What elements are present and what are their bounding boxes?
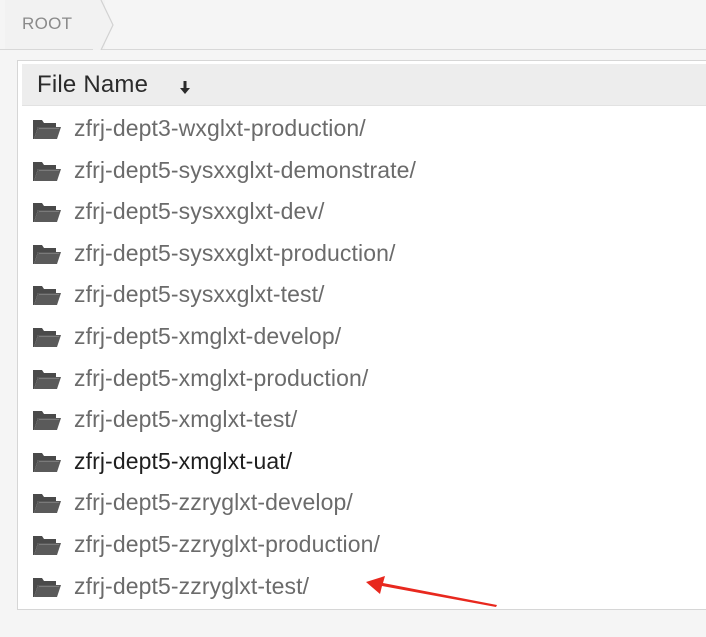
folder-row[interactable]: zfrj-dept5-xmglxt-production/ xyxy=(32,359,692,399)
folder-row[interactable]: zfrj-dept5-sysxxglxt-test/ xyxy=(32,275,692,315)
open-folder-icon xyxy=(33,536,61,555)
folder-row[interactable]: zfrj-dept5-zzryglxt-production/ xyxy=(32,525,692,565)
file-name-column-header[interactable]: File Name xyxy=(22,64,706,106)
folder-name-link[interactable]: zfrj-dept5-xmglxt-production/ xyxy=(74,365,368,392)
open-folder-icon xyxy=(33,286,61,306)
folder-row[interactable]: zfrj-dept5-sysxxglxt-production/ xyxy=(32,234,692,274)
folder-row[interactable]: zfrj-dept5-xmglxt-develop/ xyxy=(32,317,692,357)
breadcrumb-root-label: ROOT xyxy=(22,14,73,33)
folder-name-link[interactable]: zfrj-dept5-sysxxglxt-test/ xyxy=(74,281,325,308)
file-name-header-label: File Name xyxy=(37,71,149,98)
folder-row[interactable]: zfrj-dept5-sysxxglxt-demonstrate/ xyxy=(32,151,692,191)
folder-name-link[interactable]: zfrj-dept5-sysxxglxt-dev/ xyxy=(74,198,324,225)
folder-row[interactable]: zfrj-dept5-zzryglxt-develop/ xyxy=(32,483,692,523)
folder-row[interactable]: zfrj-dept5-xmglxt-uat/ xyxy=(32,442,692,482)
open-folder-icon xyxy=(33,494,61,514)
folder-row[interactable]: zfrj-dept5-sysxxglxt-dev/ xyxy=(32,192,692,232)
open-folder-icon xyxy=(33,369,61,389)
folder-name-link[interactable]: zfrj-dept5-xmglxt-develop/ xyxy=(74,323,341,350)
folder-name-link[interactable]: zfrj-dept5-zzryglxt-develop/ xyxy=(74,489,353,516)
open-folder-icon xyxy=(33,328,61,347)
open-folder-icon xyxy=(33,577,61,597)
folder-name-link[interactable]: zfrj-dept5-xmglxt-test/ xyxy=(74,406,297,433)
breadcrumb: ROOT xyxy=(0,0,706,50)
open-folder-icon xyxy=(33,411,61,431)
open-folder-icon xyxy=(33,203,61,223)
folder-row[interactable]: zfrj-dept5-zzryglxt-test/ xyxy=(32,567,692,607)
breadcrumb-chevron-icon xyxy=(93,0,114,50)
footer-strip xyxy=(0,620,706,637)
folder-row[interactable]: zfrj-dept5-xmglxt-test/ xyxy=(32,400,692,440)
folder-name-link[interactable]: zfrj-dept5-zzryglxt-production/ xyxy=(74,531,380,558)
folder-name-link[interactable]: zfrj-dept5-zzryglxt-test/ xyxy=(74,573,309,600)
breadcrumb-item-root[interactable]: ROOT xyxy=(5,0,114,50)
file-list-panel: File Name zfrj-dept3-wxglxt-production/ … xyxy=(17,60,706,610)
folder-name-link[interactable]: zfrj-dept5-sysxxglxt-production/ xyxy=(74,240,395,267)
open-folder-icon xyxy=(33,244,61,264)
open-folder-icon xyxy=(33,452,61,472)
folder-row[interactable]: zfrj-dept3-wxglxt-production/ xyxy=(32,109,692,149)
open-folder-icon xyxy=(33,161,61,181)
folder-name-link[interactable]: zfrj-dept5-xmglxt-uat/ xyxy=(74,448,292,475)
sort-descending-icon[interactable] xyxy=(179,79,191,97)
open-folder-icon xyxy=(33,120,61,139)
folder-name-link[interactable]: zfrj-dept5-sysxxglxt-demonstrate/ xyxy=(74,157,416,184)
folder-name-link[interactable]: zfrj-dept3-wxglxt-production/ xyxy=(74,115,366,142)
